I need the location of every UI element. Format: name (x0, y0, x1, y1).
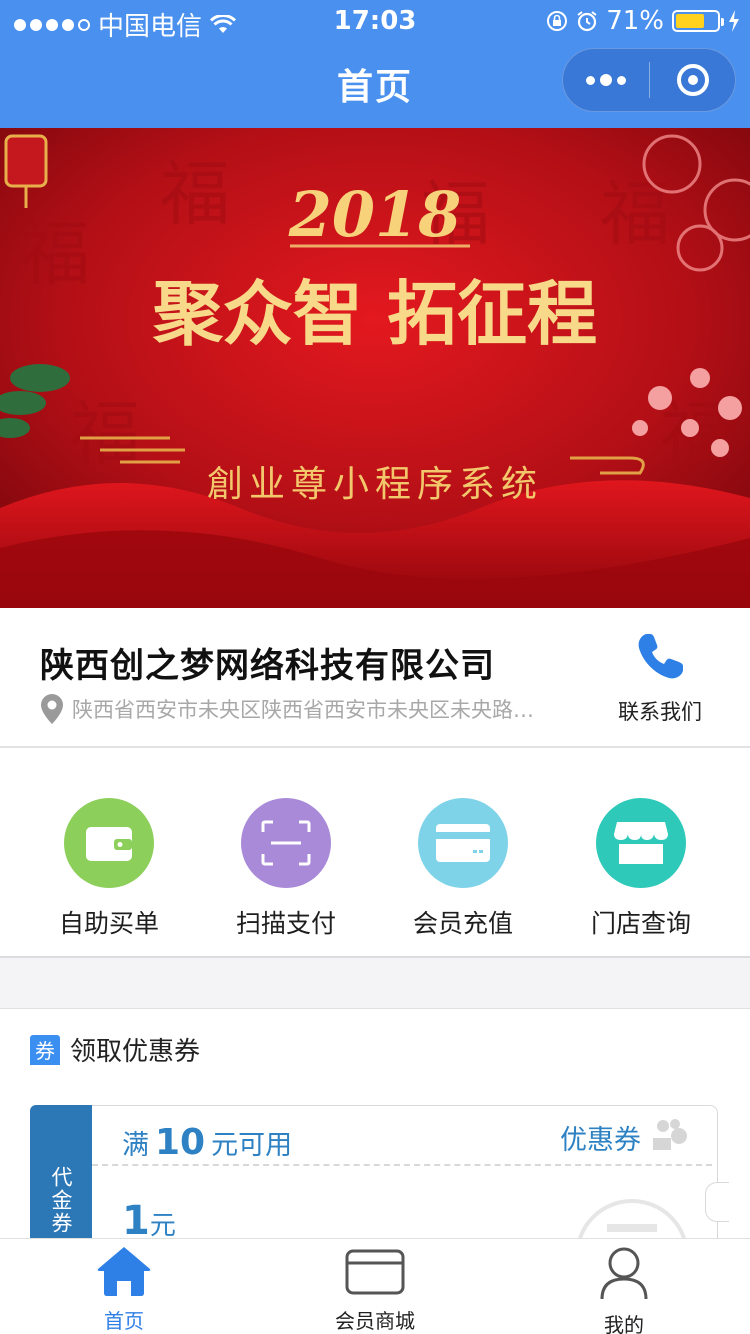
quick-action-scan-pay[interactable]: 扫描支付 (206, 798, 366, 940)
charging-icon (729, 10, 739, 32)
condition-suffix: 元可用 (211, 1130, 293, 1161)
quick-action-label: 扫描支付 (235, 909, 336, 938)
battery-percent: 71% (606, 6, 664, 36)
quick-action-store-search[interactable]: 门店查询 (561, 798, 721, 940)
coupon-tag-icon: 券 (30, 1034, 60, 1065)
tab-home[interactable]: 首页 (34, 1245, 214, 1334)
address-text: 陕西省西安市未央区陕西省西安市未央区未央路… (72, 698, 534, 722)
coupon-divider (92, 1164, 712, 1166)
banner-image: 福 福 福 福 福 福 (0, 128, 750, 608)
svg-text:福: 福 (160, 153, 230, 235)
user-icon (600, 1247, 648, 1300)
coupon-kind: 优惠券 (560, 1125, 641, 1156)
battery-icon (672, 10, 724, 32)
coupon-notch (705, 1182, 729, 1222)
company-info: 陕西创之梦网络科技有限公司 陕西省西安市未央区陕西省西安市未央区未央路… 联系我… (0, 608, 750, 748)
coupon-decoration-icon (653, 1119, 687, 1150)
quick-action-member-recharge[interactable]: 会员充值 (383, 798, 543, 940)
quick-action-label: 门店查询 (590, 909, 691, 938)
alarm-icon (577, 11, 597, 32)
top-bar: 中国电信 17:03 71% 首页 (0, 0, 750, 128)
rotation-lock-icon (547, 11, 568, 31)
card-icon (418, 798, 508, 888)
contact-us-button[interactable]: 联系我们 (610, 630, 710, 726)
quick-action-label: 会员充值 (412, 909, 513, 938)
tab-member-mall[interactable]: 会员商城 (285, 1245, 465, 1334)
coupon-section: 券 领取优惠券 代金券 满 10 元可用 优惠券 1元 (0, 1008, 750, 1256)
condition-prefix: 满 (122, 1130, 149, 1161)
svg-text:福: 福 (600, 173, 670, 255)
store-icon (596, 798, 686, 888)
banner-slogan: 聚众智 拓征程 (152, 272, 597, 355)
close-target-icon (676, 64, 709, 96)
quick-action-label: 自助买单 (58, 909, 159, 938)
tab-label: 首页 (104, 1309, 144, 1333)
card-outline-icon (345, 1249, 405, 1295)
svg-text:福: 福 (20, 213, 90, 295)
contact-us-label: 联系我们 (618, 700, 702, 724)
condition-amount: 10 (155, 1122, 206, 1163)
tab-label: 会员商城 (335, 1309, 415, 1333)
coupon-side-label: 代金券 (30, 1105, 92, 1255)
mini-program-capsule (562, 48, 736, 112)
coupon-card[interactable]: 代金券 满 10 元可用 优惠券 1元 (30, 1105, 729, 1256)
quick-action-self-pay[interactable]: 自助买单 (29, 798, 189, 940)
company-address[interactable]: 陕西省西安市未央区陕西省西安市未央区未央路… (40, 694, 534, 724)
banner-subtitle: 創业尊小程序系统 (207, 464, 543, 505)
promo-banner[interactable]: 福 福 福 福 福 福 (0, 128, 750, 608)
status-right: 71% (546, 6, 740, 36)
close-button[interactable] (650, 64, 735, 96)
coupon-body: 满 10 元可用 优惠券 1元 (92, 1105, 729, 1256)
tab-label: 我的 (604, 1313, 644, 1334)
company-name: 陕西创之梦网络科技有限公司 (40, 646, 495, 686)
phone-icon (638, 634, 683, 679)
coupon-section-title: 领取优惠券 (70, 1037, 201, 1067)
tab-mine[interactable]: 我的 (534, 1245, 714, 1334)
quick-actions: 自助买单 扫描支付 会员充值 门店查询 (0, 748, 750, 958)
coupon-section-header: 券 领取优惠券 (30, 1031, 200, 1068)
scan-icon (241, 798, 331, 888)
coupon-value-unit: 元 (149, 1211, 176, 1241)
wallet-icon (64, 798, 154, 888)
more-button[interactable] (563, 48, 649, 112)
status-bar: 中国电信 17:03 71% (0, 0, 750, 42)
banner-year: 2018 (288, 178, 462, 251)
home-icon (97, 1247, 151, 1296)
tab-bar: 首页 会员商城 我的 (0, 1238, 750, 1334)
location-pin-icon (41, 694, 63, 724)
coupon-condition: 满 10 元可用 (122, 1122, 292, 1163)
